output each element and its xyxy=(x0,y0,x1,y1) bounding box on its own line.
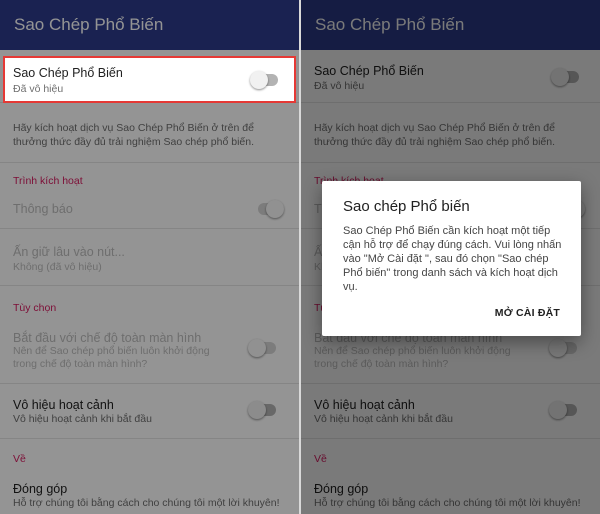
right-screen: Sao Chép Phổ Biến Sao Chép Phổ Biến Đã v… xyxy=(301,0,600,514)
service-toggle-row[interactable]: Sao Chép Phổ Biến Đã vô hiệu xyxy=(3,56,296,103)
left-screen: Sao Chép Phổ Biến Hãy kích hoạt dịch vụ … xyxy=(0,0,299,514)
dialog-title: Sao chép Phổ biến xyxy=(343,198,470,215)
service-title: Sao Chép Phổ Biến xyxy=(13,66,123,80)
dialog-message: Sao Chép Phổ Biến cần kích hoạt một tiếp… xyxy=(343,225,562,293)
accessibility-dialog: Sao chép Phổ biến Sao Chép Phổ Biến cần … xyxy=(322,181,581,336)
service-toggle[interactable] xyxy=(250,70,280,90)
service-status: Đã vô hiệu xyxy=(13,83,64,95)
open-settings-button[interactable]: MỞ CÀI ĐẶT xyxy=(495,307,560,319)
